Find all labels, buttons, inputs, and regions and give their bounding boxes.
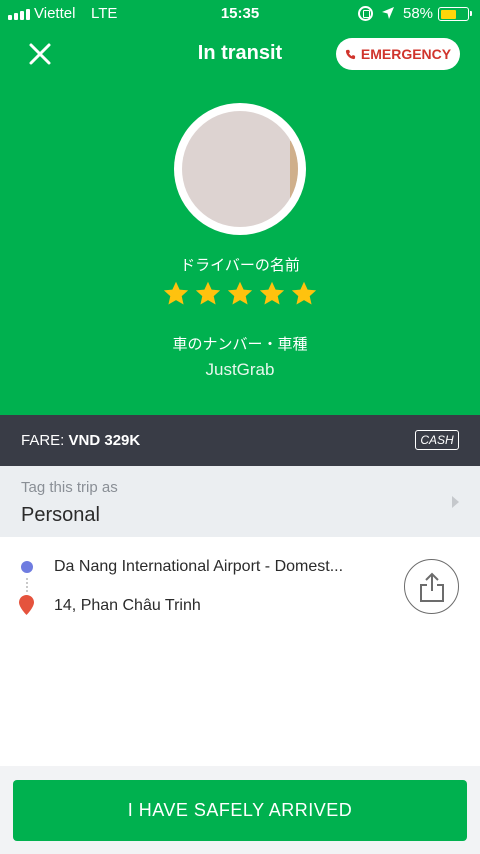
location-arrow-icon	[382, 7, 394, 19]
driver-name: ドライバーの名前	[180, 256, 300, 274]
service-type: JustGrab	[205, 360, 275, 379]
tag-trip-value: Personal	[21, 504, 100, 526]
battery-level	[440, 9, 456, 19]
pickup-dot-icon	[21, 561, 33, 573]
dropoff-address: 14, Phan Châu Trinh	[54, 597, 201, 614]
driver-avatar	[182, 111, 298, 227]
route-connector	[26, 578, 28, 592]
driver-avatar-frame	[174, 103, 306, 235]
driver-rating	[0, 280, 480, 308]
star-icon	[227, 281, 253, 305]
fare-amount: VND 329K	[68, 432, 141, 449]
fare-bar: FARE: VND 329K CASH	[0, 415, 480, 466]
star-icon	[163, 281, 189, 305]
phone-icon	[345, 49, 355, 59]
emergency-label: EMERGENCY	[360, 46, 452, 62]
emergency-button[interactable]: EMERGENCY	[336, 38, 460, 70]
vehicle-plate-model: 車のナンバー・車種	[172, 335, 308, 353]
star-icon	[291, 281, 317, 305]
safely-arrived-button[interactable]: I HAVE SAFELY ARRIVED	[13, 780, 467, 841]
payment-method-badge: CASH	[415, 430, 459, 450]
tag-trip-selector[interactable]: Tag this trip as Personal	[0, 466, 480, 537]
battery-percent: 58%	[403, 5, 434, 22]
battery-icon	[438, 7, 472, 21]
orientation-lock-icon	[358, 6, 373, 21]
star-icon	[259, 281, 285, 305]
pickup-address: Da Nang International Airport - Domest..…	[54, 558, 344, 575]
share-icon	[420, 572, 444, 602]
status-bar: Viettel LTE 15:35 58%	[0, 0, 480, 28]
fare-text: FARE: VND 329K	[21, 432, 140, 449]
fare-label: FARE:	[21, 432, 65, 449]
tag-trip-label: Tag this trip as	[21, 479, 118, 496]
dropoff-pin-icon	[19, 595, 34, 615]
share-trip-button[interactable]	[404, 559, 459, 614]
star-icon	[195, 281, 221, 305]
chevron-right-icon	[452, 496, 459, 508]
